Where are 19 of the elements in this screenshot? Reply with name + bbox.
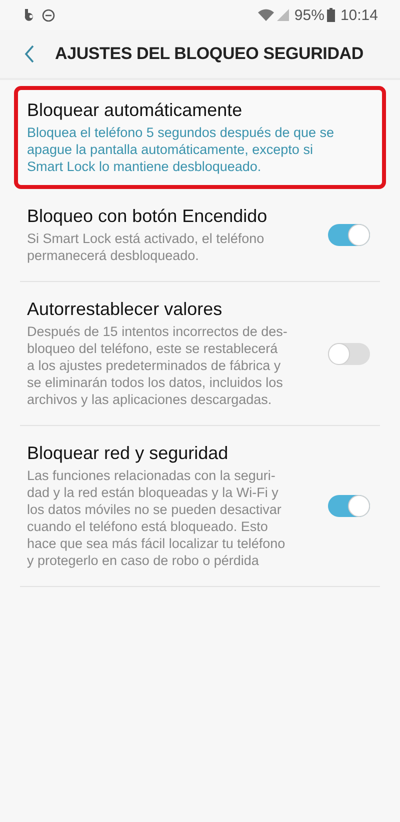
setting-title: Bloquear red y seguridad bbox=[27, 443, 230, 464]
setting-title: Bloqueo con botón Encendido bbox=[27, 206, 268, 227]
clock: 10:14 bbox=[340, 6, 378, 24]
battery-percent: 95% bbox=[294, 6, 324, 24]
wifi-icon bbox=[258, 9, 274, 21]
setting-description: Bloquea el teléfono 5 segundos después de que se apague la pantalla automáticamente, excepto si Smart Lock lo mantiene desbloqueado. bbox=[27, 124, 335, 175]
setting-title: Bloquear automáticamente bbox=[27, 100, 244, 121]
battery-icon bbox=[327, 8, 336, 22]
screen-title: AJUSTES DEL BLOQUEO SEGURIDAD bbox=[55, 44, 364, 64]
setting-description: Después de 15 intentos incorrectos de des- bloqueo del teléfono, este se restablecerá a los ajustes predeterminados de fábrica y se eliminarán todos los datos, incluidos los archivos y las aplicaciones descargadas. bbox=[27, 323, 288, 408]
toggle-switch[interactable] bbox=[328, 342, 370, 364]
signal-icon bbox=[277, 9, 290, 21]
toggle-switch[interactable] bbox=[328, 224, 370, 246]
bixby-icon bbox=[24, 9, 36, 21]
do-not-disturb-icon bbox=[42, 8, 55, 22]
setting-description: Si Smart Lock está activado, el teléfono permanecerá desbloqueado. bbox=[27, 230, 266, 264]
setting-title: Autorrestablecer valores bbox=[27, 299, 224, 320]
setting-description: Las funciones relacionadas con la seguri- dad y la red están bloqueadas y la Wi-Fi y los datos móviles no se pueden desactivar cuando el teléfono está bloqueado. Esto hace que sea más fácil localizar tu teléfono y protegerlo en caso de robo o pérdida bbox=[27, 467, 286, 569]
toggle-switch[interactable] bbox=[328, 495, 370, 517]
